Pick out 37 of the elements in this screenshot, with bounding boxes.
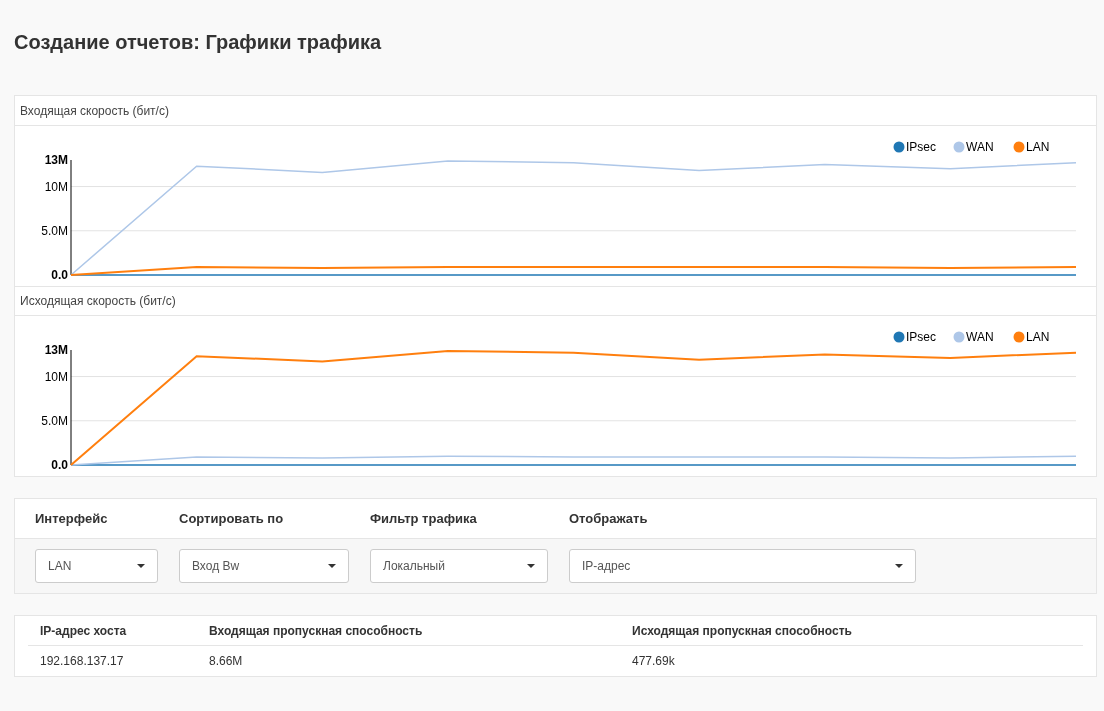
- legend-dot[interactable]: [953, 331, 965, 343]
- legend-label[interactable]: WAN: [966, 140, 994, 154]
- dropdown[interactable]: Вход Bw: [179, 549, 349, 583]
- legend-dot[interactable]: [953, 141, 965, 153]
- chart-title: Входящая скорость (бит/с): [20, 102, 169, 120]
- filter-label: Интерфейс: [35, 509, 108, 528]
- column-header: Входящая пропускная способность: [209, 622, 424, 640]
- dropdown[interactable]: IP-адрес: [569, 549, 916, 583]
- column-header: Исходящая пропускная способность: [632, 622, 853, 640]
- dropdown[interactable]: Локальный: [370, 549, 548, 583]
- y-tick-label: 10M: [44, 369, 68, 384]
- chart-title: Исходящая скорость (бит/с): [20, 293, 176, 310]
- legend-label[interactable]: WAN: [966, 330, 994, 344]
- filter-label: Отображать: [569, 509, 648, 528]
- legend-dot[interactable]: [1013, 331, 1025, 343]
- legend-label[interactable]: LAN: [1026, 330, 1050, 344]
- table-cell-text: 192.168.137.17: [39, 653, 125, 670]
- y-tick-label: 13M: [44, 343, 68, 357]
- legend-dot[interactable]: [893, 331, 905, 343]
- y-tick-label: 5.0M: [41, 223, 68, 238]
- column-header: IP-адрес хоста: [39, 622, 128, 640]
- y-tick-label: 0.0: [51, 268, 68, 282]
- legend-dot[interactable]: [893, 141, 905, 153]
- legend-label[interactable]: LAN: [1026, 140, 1050, 154]
- dropdown[interactable]: LAN: [35, 549, 158, 583]
- y-tick-label: 5.0M: [41, 413, 68, 428]
- y-tick-label: 10M: [44, 179, 68, 194]
- y-tick-label: 0.0: [51, 458, 68, 472]
- filter-label: Фильтр трафика: [370, 509, 477, 528]
- legend-dot[interactable]: [1013, 141, 1025, 153]
- filter-label: Сортировать по: [179, 509, 284, 528]
- table-cell-text: 477.69k: [632, 653, 676, 670]
- legend-label[interactable]: IPsec: [906, 330, 936, 344]
- page-title: Создание отчетов: Графики трафика: [14, 30, 382, 55]
- legend-label[interactable]: IPsec: [906, 140, 936, 154]
- y-tick-label: 13M: [44, 153, 68, 167]
- table-cell-text: 8.66M: [209, 653, 244, 670]
